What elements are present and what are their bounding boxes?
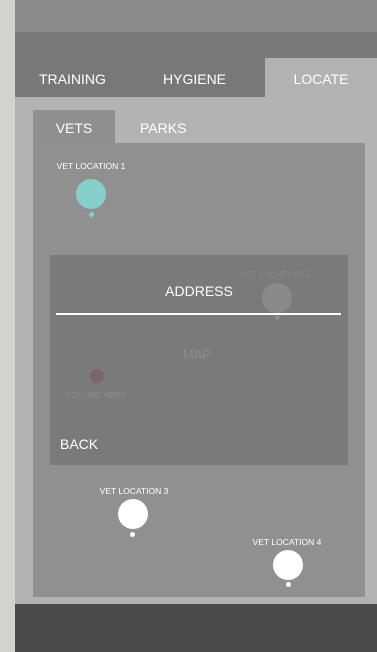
map-pin-icon [118, 499, 148, 529]
pin-tip [89, 212, 94, 217]
pin-tip [130, 532, 135, 537]
bottom-navigation-bar [15, 604, 377, 652]
user-location-icon [90, 369, 104, 383]
vet-location-4-label: VET LOCATION 4 [252, 537, 322, 547]
address-input-underline[interactable] [56, 313, 341, 315]
user-location-label: YOU ARE HERE [65, 391, 127, 400]
vet-location-3-label: VET LOCATION 3 [99, 486, 169, 496]
tab-locate[interactable]: LOCATE [265, 58, 377, 97]
main-tab-bar: TRAINING HYGIENE LOCATE [15, 58, 377, 97]
pin-tip [286, 582, 291, 587]
sub-tab-parks[interactable]: PARKS [140, 110, 200, 144]
address-field-label: ADDRESS [165, 283, 233, 299]
vet-location-2-label: VET LOCATION 2 [240, 269, 310, 279]
status-bar [15, 0, 377, 32]
back-button[interactable]: BACK [60, 436, 98, 452]
map-pin-icon [76, 179, 106, 209]
vet-location-1-label: VET LOCATION 1 [56, 161, 126, 171]
sub-tab-vets[interactable]: VETS [33, 110, 115, 144]
header-strip [15, 32, 377, 58]
map-placeholder-label: MAP [182, 347, 212, 362]
map-pin-icon [273, 550, 303, 580]
app-screen: TRAINING HYGIENE LOCATE VETS PARKS VET L… [15, 0, 377, 652]
pin-tip [275, 315, 280, 320]
address-map-overlay: VET LOCATION 2 ADDRESS MAP YOU ARE HERE … [50, 255, 348, 465]
tab-hygiene[interactable]: HYGIENE [163, 58, 233, 97]
tab-training[interactable]: TRAINING [39, 58, 115, 97]
